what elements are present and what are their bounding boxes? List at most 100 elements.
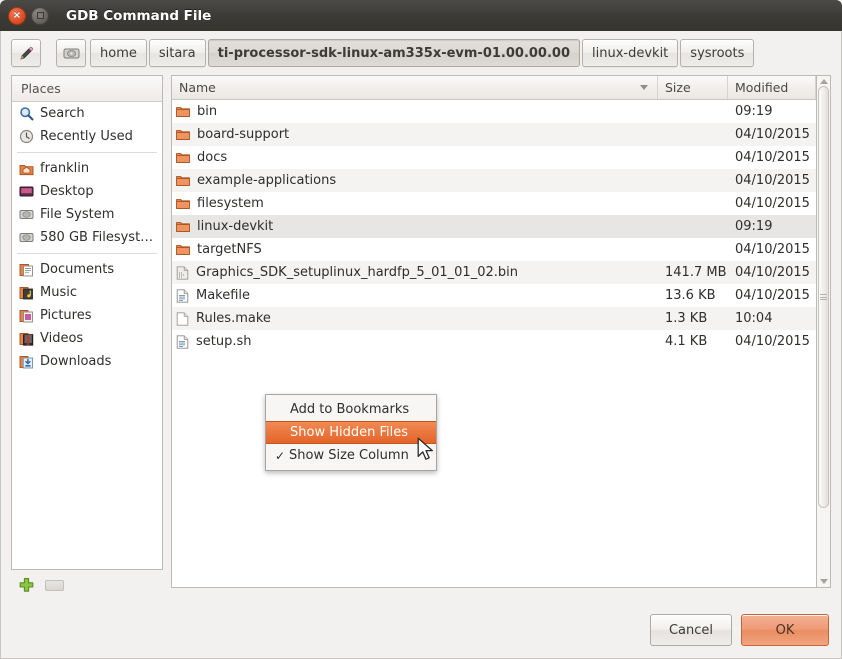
table-row[interactable]: filesystem 04/10/2015	[172, 192, 816, 215]
check-icon: ✓	[275, 449, 287, 463]
column-header-label: Size	[665, 80, 691, 95]
file-name-cell: filesystem	[172, 196, 658, 211]
folder-icon	[176, 174, 190, 187]
column-header-size[interactable]: Size	[658, 76, 728, 99]
maximize-window-button[interactable]	[31, 7, 49, 25]
file-name-cell: linux-devkit	[172, 219, 658, 234]
scroll-down-arrow-icon[interactable]	[820, 579, 828, 584]
table-row[interactable]: Graphics_SDK_setuplinux_hardfp_5_01_01_0…	[172, 261, 816, 284]
places-actions	[11, 570, 163, 600]
table-row[interactable]: board-support 04/10/2015	[172, 123, 816, 146]
close-window-button[interactable]: ×	[8, 7, 26, 25]
sidebar-separator	[17, 152, 157, 153]
file-list-body: bin 09:19 board-support	[172, 100, 816, 587]
sidebar-item-videos[interactable]: Videos	[12, 327, 162, 350]
menu-item-show-hidden-files[interactable]: Show Hidden Files	[266, 421, 436, 444]
table-row[interactable]: bin 09:19	[172, 100, 816, 123]
sidebar-item-music[interactable]: Music	[12, 281, 162, 304]
file-size-cell: 13.6 KB	[658, 288, 728, 303]
breadcrumb-sysroots[interactable]: sysroots	[680, 39, 754, 67]
file-modified-cell: 09:19	[728, 219, 816, 234]
file-name: Graphics_SDK_setuplinux_hardfp_5_01_01_0…	[196, 265, 518, 280]
file-chooser-dialog: home sitara ti-processor-sdk-linux-am335…	[0, 31, 842, 659]
add-bookmark-button[interactable]	[18, 577, 35, 594]
table-row[interactable]: linux-devkit 09:19	[172, 215, 816, 238]
sidebar-item-label: Search	[40, 106, 85, 121]
scroll-up-arrow-icon[interactable]	[820, 79, 828, 84]
file-name: Rules.make	[196, 311, 271, 326]
home-folder-icon	[19, 162, 34, 176]
breadcrumb-home[interactable]: home	[90, 39, 147, 67]
table-row[interactable]: Makefile 13.6 KB 04/10/2015	[172, 284, 816, 307]
breadcrumb-label: home	[100, 46, 137, 61]
file-modified-cell: 04/10/2015	[728, 334, 816, 349]
places-sidebar: Places Search	[11, 75, 163, 570]
file-name-cell: targetNFS	[172, 242, 658, 257]
folder-icon	[176, 105, 190, 118]
ok-button[interactable]: OK	[741, 614, 829, 646]
file-modified-cell: 04/10/2015	[728, 150, 816, 165]
sidebar-item-label: File System	[40, 207, 114, 222]
type-location-button[interactable]	[11, 39, 41, 67]
hard-drive-icon	[63, 46, 80, 61]
file-name-cell: board-support	[172, 127, 658, 142]
sidebar-item-search[interactable]: Search	[12, 102, 162, 125]
column-header-label: Name	[179, 80, 216, 95]
window-title: GDB Command File	[66, 8, 211, 24]
file-name-cell: Graphics_SDK_setuplinux_hardfp_5_01_01_0…	[172, 265, 658, 280]
folder-icon	[176, 151, 190, 164]
file-name: board-support	[197, 127, 289, 142]
menu-item-add-to-bookmarks[interactable]: Add to Bookmarks	[266, 398, 436, 421]
sidebar-item-franklin[interactable]: franklin	[12, 157, 162, 180]
table-row[interactable]: example-applications 04/10/2015	[172, 169, 816, 192]
file-modified-cell: 04/10/2015	[728, 127, 816, 142]
column-header-name[interactable]: Name	[172, 76, 658, 99]
breadcrumb-linux-devkit[interactable]: linux-devkit	[582, 39, 678, 67]
column-header-modified[interactable]: Modified	[728, 76, 816, 99]
root-drive-button[interactable]	[56, 39, 86, 67]
table-row[interactable]: setup.sh 4.1 KB 04/10/2015	[172, 330, 816, 353]
cancel-button[interactable]: Cancel	[650, 614, 732, 646]
sidebar-item-label: Recently Used	[40, 129, 133, 144]
file-modified-cell: 10:04	[728, 311, 816, 326]
dialog-footer: Cancel OK	[1, 602, 841, 658]
maximize-icon	[37, 12, 44, 19]
file-name-cell: docs	[172, 150, 658, 165]
file-name: docs	[197, 150, 227, 165]
remove-bookmark-button[interactable]	[45, 580, 64, 591]
script-file-icon	[176, 335, 189, 349]
file-modified-cell: 04/10/2015	[728, 288, 816, 303]
menu-item-show-size-column[interactable]: ✓ Show Size Column	[266, 444, 436, 467]
places-header: Places	[12, 76, 162, 102]
sidebar-item-downloads[interactable]: Downloads	[12, 350, 162, 373]
scrollbar-thumb[interactable]	[818, 86, 829, 508]
table-row[interactable]: docs 04/10/2015	[172, 146, 816, 169]
file-list-scrollbar[interactable]	[816, 75, 831, 588]
breadcrumb-sitara[interactable]: sitara	[149, 39, 206, 67]
sidebar-item-documents[interactable]: Documents	[12, 258, 162, 281]
file-name: setup.sh	[196, 334, 252, 349]
drive-icon	[19, 208, 34, 221]
cancel-button-label: Cancel	[669, 623, 713, 638]
places-column: Places Search	[11, 75, 163, 602]
script-file-icon	[176, 289, 189, 303]
file-list-header: Name Size Modified	[172, 76, 816, 100]
sidebar-item-recently-used[interactable]: Recently Used	[12, 125, 162, 148]
table-row[interactable]: Rules.make 1.3 KB 10:04	[172, 307, 816, 330]
sidebar-item-580gb-filesystem[interactable]: 580 GB Filesyst…	[12, 226, 162, 249]
pictures-icon	[19, 309, 34, 323]
sidebar-item-desktop[interactable]: Desktop	[12, 180, 162, 203]
sidebar-item-label: Desktop	[40, 184, 94, 199]
breadcrumb-label: sysroots	[690, 46, 744, 61]
sidebar-item-file-system[interactable]: File System	[12, 203, 162, 226]
breadcrumb-ti-processor-sdk[interactable]: ti-processor-sdk-linux-am335x-evm-01.00.…	[208, 39, 580, 67]
sidebar-item-pictures[interactable]: Pictures	[12, 304, 162, 327]
scrollbar-track[interactable]	[817, 86, 830, 577]
table-row[interactable]: targetNFS 04/10/2015	[172, 238, 816, 261]
sidebar-item-label: franklin	[40, 161, 89, 176]
breadcrumb-label: sitara	[159, 46, 196, 61]
file-name: targetNFS	[197, 242, 262, 257]
file-name: filesystem	[197, 196, 264, 211]
dialog-main-area: Places Search	[1, 75, 841, 602]
file-name-cell: bin	[172, 104, 658, 119]
